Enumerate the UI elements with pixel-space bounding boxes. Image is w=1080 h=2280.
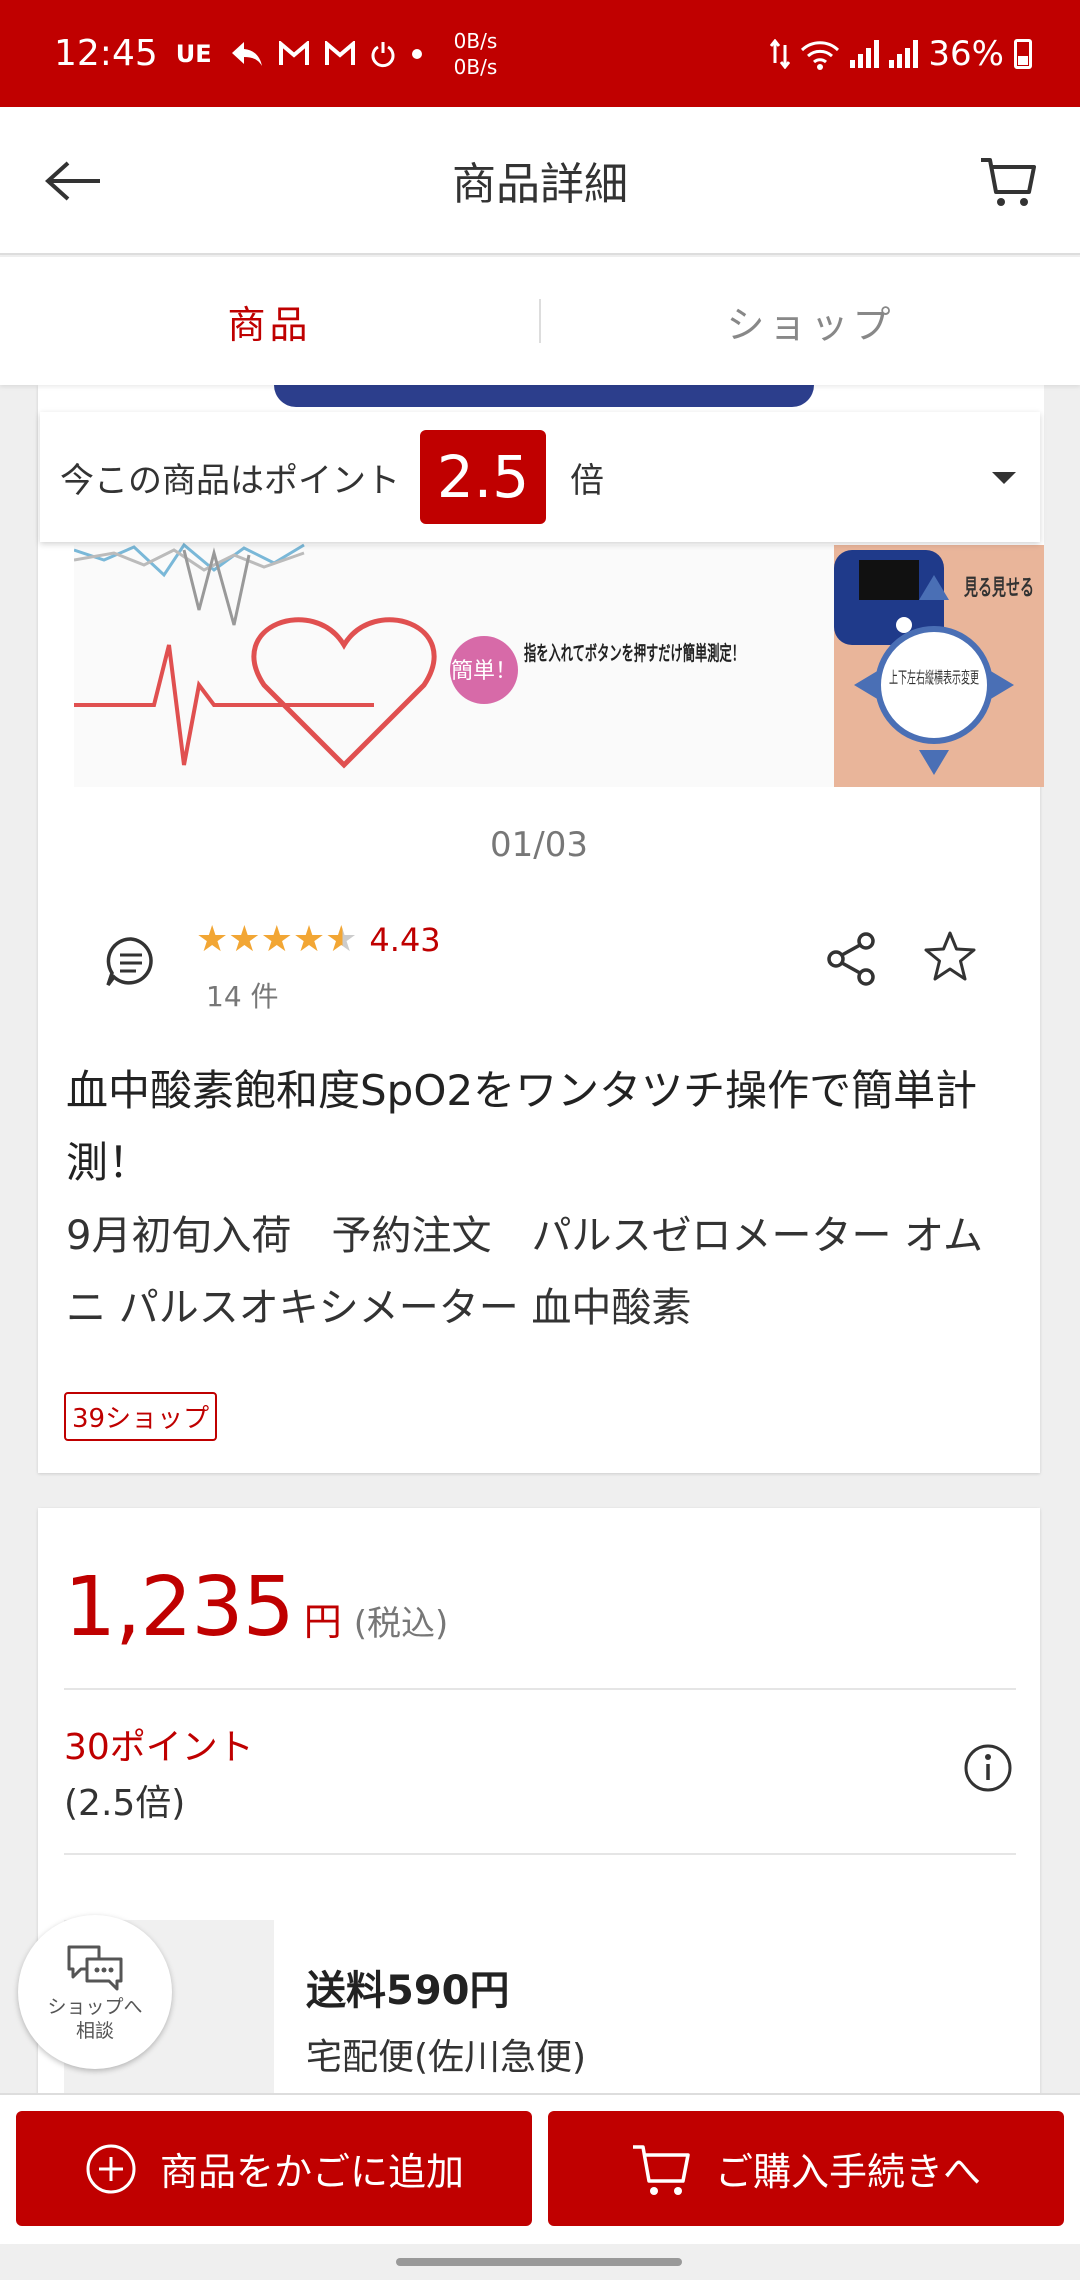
tab-bar: 商品 ショップ xyxy=(0,257,1080,385)
share-icon xyxy=(827,932,875,986)
data-transfer-icon xyxy=(770,38,791,69)
signal-icon xyxy=(889,39,919,68)
rating-score: 4.43 xyxy=(369,921,441,959)
star-half-icon: ★ xyxy=(325,919,358,960)
arrow-left-icon xyxy=(45,161,100,201)
plus-circle-icon xyxy=(86,2144,136,2193)
tab-product[interactable]: 商品 xyxy=(0,257,539,385)
review-count[interactable]: 14 件 xyxy=(206,975,279,1015)
page-title: 商品詳細 xyxy=(452,159,628,210)
points-multiplier-badge: 2.5 xyxy=(420,430,546,524)
caret-down-icon[interactable] xyxy=(992,472,1016,484)
share-button[interactable] xyxy=(820,927,884,991)
shipping-fee: 送料590円 xyxy=(306,1968,510,2014)
star-icon: ★ xyxy=(292,919,326,960)
divider xyxy=(64,1688,1016,1690)
price: 1,235 円 (税込) xyxy=(64,1560,448,1655)
points-banner-suffix: 倍 xyxy=(570,460,604,501)
system-nav-bar xyxy=(0,2244,1080,2280)
favorite-button[interactable] xyxy=(918,925,982,989)
shop-consult-button[interactable]: ショップへ 相談 xyxy=(18,1915,172,2069)
shop-badge: 39ショップ xyxy=(64,1392,218,1441)
home-gesture-handle[interactable] xyxy=(396,2258,682,2266)
notification-icons xyxy=(230,40,424,68)
points-multiplier-banner[interactable]: 今この商品はポイント 2.5 倍 xyxy=(40,412,1040,542)
price-card: 1,235 円 (税込) 30ポイント (2.5倍) 送料590円 宅配便(佐川… xyxy=(38,1508,1040,2160)
star-icon: ★ xyxy=(260,919,293,960)
points-info-button[interactable] xyxy=(960,1740,1016,1796)
gmail-icon xyxy=(324,40,355,65)
dot-icon xyxy=(411,48,422,59)
rating-row: ★ ★ ★ ★ ★ 4.43 14 件 xyxy=(38,915,1040,1025)
reply-icon xyxy=(231,41,262,66)
review-button[interactable] xyxy=(104,935,158,993)
status-bar: 12:45 UE 0B/s 0B/s 36% xyxy=(0,0,1080,107)
carrier-label: UE xyxy=(175,39,212,68)
chat-label-line1: ショップへ xyxy=(47,1996,143,2018)
star-outline-icon xyxy=(924,931,976,981)
gallery-page-indicator: 01/03 xyxy=(490,825,588,865)
price-tax-note: (税込) xyxy=(353,1604,449,1644)
price-amount: 1,235 xyxy=(64,1560,295,1655)
tab-shop[interactable]: ショップ xyxy=(541,257,1080,385)
status-time: 12:45 xyxy=(54,33,158,74)
chat-bubbles-icon xyxy=(67,1945,123,1991)
bottom-action-bar: 商品をかごに追加 ご購入手続きへ xyxy=(0,2093,1080,2244)
product-name: 9月初旬入荷 予約注文 パルスゼロメーター オムニ パルスオキシメーター 血中酸… xyxy=(66,1213,983,1331)
checkout-label: ご購入手続きへ xyxy=(714,2150,981,2194)
points-rate: (2.5倍) xyxy=(64,1783,186,1824)
chat-label: ショップへ 相談 xyxy=(47,1995,142,2043)
star-icon: ★ xyxy=(196,919,229,960)
battery-icon xyxy=(1014,38,1032,69)
add-to-cart-button[interactable]: 商品をかごに追加 xyxy=(16,2111,532,2226)
product-card: 簡単！ 指を入れてボタンを押すだけ簡単測定！ 上下左右縦横表示変更 見る見せる … xyxy=(38,385,1044,1473)
image-text-easy: 簡単！ xyxy=(451,659,517,684)
points-earned: 30ポイント xyxy=(64,1727,254,1768)
product-catch-copy: 血中酸素飽和度SpO2をワンタツチ操作で簡単計測！ xyxy=(66,1066,978,1187)
star-icon: ★ xyxy=(228,919,261,960)
points-banner-prefix: 今この商品はポイント xyxy=(60,460,400,501)
cart-icon xyxy=(632,2144,690,2195)
power-icon xyxy=(371,41,395,67)
divider xyxy=(64,1853,1016,1855)
back-button[interactable] xyxy=(36,143,112,219)
network-speed: 0B/s 0B/s xyxy=(454,28,498,80)
checkout-button[interactable]: ご購入手続きへ xyxy=(548,2111,1064,2226)
cart-button[interactable] xyxy=(970,143,1046,219)
price-currency: 円 xyxy=(303,1600,342,1644)
gmail-icon xyxy=(278,40,309,65)
image-text-rotate: 上下左右縦横表示変更 xyxy=(889,668,979,687)
chat-bubble-icon xyxy=(106,937,153,987)
info-icon xyxy=(964,1744,1012,1792)
add-to-cart-label: 商品をかごに追加 xyxy=(159,2150,464,2194)
cart-icon xyxy=(981,158,1036,206)
battery-percent: 36% xyxy=(928,33,1004,74)
wifi-icon xyxy=(801,40,840,70)
image-text-howto: 指を入れてボタンを押すだけ簡単測定！ xyxy=(524,641,744,665)
rating-stars: ★ ★ ★ ★ ★ 4.43 xyxy=(196,921,441,959)
chat-label-line2: 相談 xyxy=(75,2020,114,2042)
app-bar: 商品詳細 xyxy=(0,107,1080,255)
shipping-method: 宅配便(佐川急便) xyxy=(306,2037,587,2078)
net-down: 0B/s xyxy=(453,54,498,79)
signal-icon xyxy=(850,39,880,68)
net-up: 0B/s xyxy=(453,28,498,53)
image-text-show: 見る見せる xyxy=(964,576,1034,601)
